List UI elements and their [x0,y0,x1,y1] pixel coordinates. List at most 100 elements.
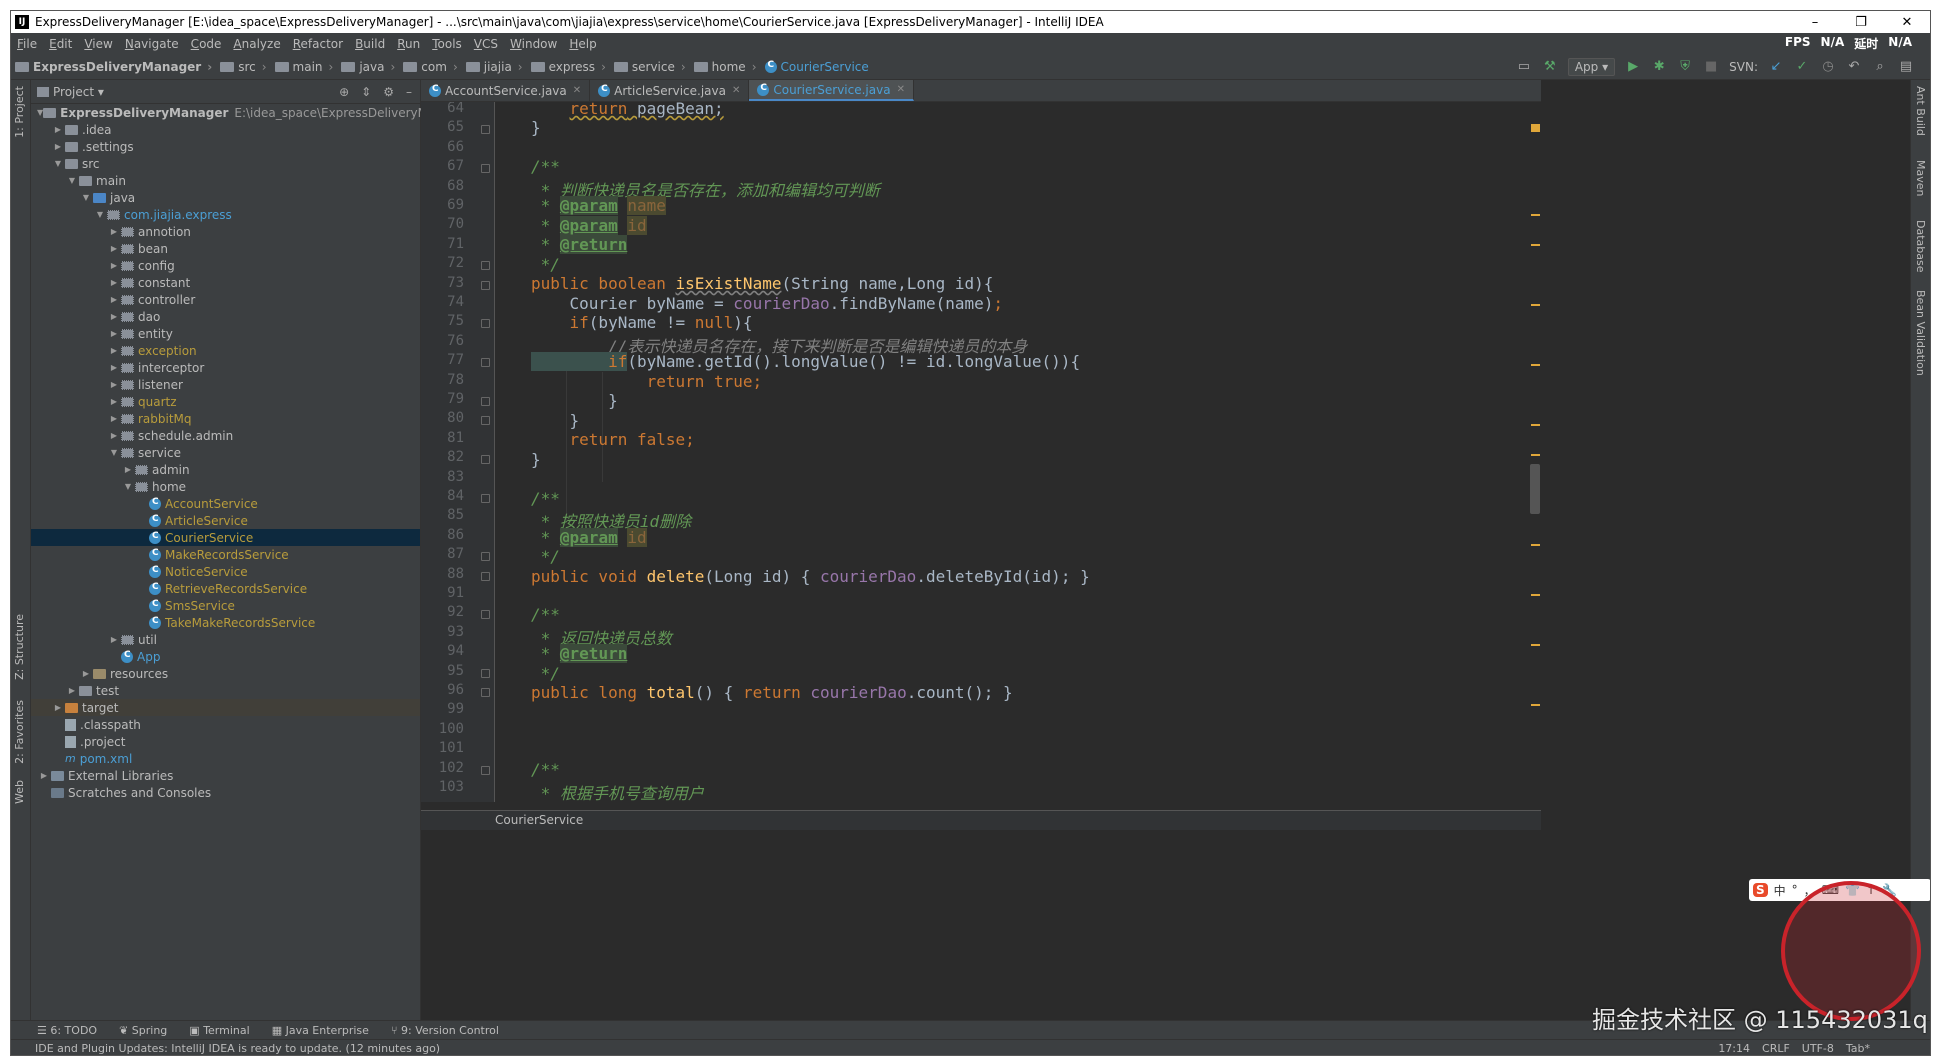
error-stripe[interactable] [1529,124,1541,802]
tree-node-admin[interactable]: ▶ admin [31,461,420,478]
crumb-service[interactable]: service › [610,60,690,74]
crumb-project[interactable]: ExpressDeliveryManager › [11,60,216,74]
stop-icon[interactable]: ■ [1703,59,1719,75]
tree-node-test[interactable]: ▶ test [31,682,420,699]
collapsed-arrow-icon[interactable]: ▶ [107,227,121,236]
warning-marker[interactable] [1531,364,1540,366]
tree-node-external-libraries[interactable]: ▶ External Libraries [31,767,420,784]
spring-tool-button[interactable]: ❦ Spring [119,1024,167,1037]
tree-node-app[interactable]: App [31,648,420,665]
close-tab-icon[interactable]: ✕ [573,85,581,96]
fold-toggle-icon[interactable] [481,552,490,562]
expanded-arrow-icon[interactable]: ▼ [93,210,107,219]
close-button[interactable]: ✕ [1884,15,1930,30]
tree-node-project[interactable]: .project [31,733,420,750]
collapsed-arrow-icon[interactable]: ▶ [37,771,51,780]
maven-tab[interactable]: Maven [1914,160,1927,196]
warning-marker[interactable] [1531,644,1540,646]
fold-toggle-icon[interactable] [481,397,490,406]
tree-node-constant[interactable]: ▶ constant [31,274,420,291]
tree-node-scratches-and-consoles[interactable]: Scratches and Consoles [31,784,420,801]
collapsed-arrow-icon[interactable]: ▶ [107,635,121,644]
tab-courierservice[interactable]: CourierService.java ✕ [749,80,914,101]
collapsed-arrow-icon[interactable]: ▶ [107,312,121,321]
expanded-arrow-icon[interactable]: ▼ [51,159,65,168]
collapsed-arrow-icon[interactable]: ▶ [107,261,121,270]
collapsed-arrow-icon[interactable]: ▶ [51,142,65,151]
coverage-icon[interactable]: ⛨ [1677,59,1693,75]
revert-icon[interactable]: ↶ [1846,59,1862,75]
tree-node-articleservice[interactable]: ArticleService [31,512,420,529]
tree-node-classpath[interactable]: .classpath [31,716,420,733]
crumb-courierservice[interactable]: CourierService [761,60,873,74]
version-control-tool-button[interactable]: ⑂ 9: Version Control [391,1024,499,1037]
collapsed-arrow-icon[interactable]: ▶ [51,703,65,712]
fold-toggle-icon[interactable] [481,765,490,775]
collapsed-arrow-icon[interactable]: ▶ [107,346,121,355]
tree-node-com-jiajia-express[interactable]: ▼ com.jiajia.express [31,206,420,223]
menu-refactor[interactable]: Refactor [287,37,349,51]
hide-icon[interactable]: – [406,85,412,99]
structure-tool-tab[interactable]: Z: Structure [13,614,29,680]
tree-node-smsservice[interactable]: SmsService [31,597,420,614]
overflow-icon[interactable]: ▤ [1898,59,1914,75]
tree-node-main[interactable]: ▼ main [31,172,420,189]
tree-node-accountservice[interactable]: AccountService [31,495,420,512]
file-encoding[interactable]: UTF-8 [1802,1042,1834,1055]
tree-node-bean[interactable]: ▶ bean [31,240,420,257]
collapsed-arrow-icon[interactable]: ▶ [107,431,121,440]
tree-node-quartz[interactable]: ▶ quartz [31,393,420,410]
menu-file[interactable]: File [11,37,43,51]
tree-node-service[interactable]: ▼ service [31,444,420,461]
menu-code[interactable]: Code [185,37,228,51]
expanded-arrow-icon[interactable]: ▼ [121,482,135,491]
tree-node-makerecordsservice[interactable]: MakeRecordsService [31,546,420,563]
project-tool-tab[interactable]: 1: Project [13,86,29,138]
tree-node-java[interactable]: ▼ java [31,189,420,206]
menu-navigate[interactable]: Navigate [119,37,185,51]
build-hammer-icon[interactable]: ⚒ [1542,59,1558,75]
menu-vcs[interactable]: VCS [468,37,504,51]
fold-toggle-icon[interactable] [481,494,490,503]
warning-marker[interactable] [1531,244,1540,246]
menu-build[interactable]: Build [349,37,391,51]
warning-marker[interactable] [1531,544,1540,546]
tree-node-interceptor[interactable]: ▶ interceptor [31,359,420,376]
fold-toggle-icon[interactable] [481,668,490,678]
restore-button[interactable]: ❐ [1838,15,1884,30]
collapsed-arrow-icon[interactable]: ▶ [107,414,121,423]
tree-node-idea[interactable]: ▶ .idea [31,121,420,138]
locate-icon[interactable]: ⊕ [339,85,349,99]
collapsed-arrow-icon[interactable]: ▶ [79,669,93,678]
tree-node-controller[interactable]: ▶ controller [31,291,420,308]
menu-window[interactable]: Window [504,37,563,51]
collapsed-arrow-icon[interactable]: ▶ [107,380,121,389]
tree-node-settings[interactable]: ▶ .settings [31,138,420,155]
crumb-home[interactable]: home › [690,60,761,74]
tab-articleservice[interactable]: ArticleService.java ✕ [590,80,750,101]
collapsed-arrow-icon[interactable]: ▶ [107,244,121,253]
collapsed-arrow-icon[interactable]: ▶ [121,465,135,474]
collapsed-arrow-icon[interactable]: ▶ [107,363,121,372]
tree-node-takemakerecordsservice[interactable]: TakeMakeRecordsService [31,614,420,631]
editor-breadcrumb[interactable]: CourierService [421,810,1541,830]
tree-node-src[interactable]: ▼ src [31,155,420,172]
tree-node-home[interactable]: ▼ home [31,478,420,495]
project-structure-icon[interactable]: ▭ [1516,59,1532,75]
favorites-tool-tab[interactable]: 2: Favorites [13,700,29,764]
warning-marker[interactable] [1531,124,1540,132]
menu-help[interactable]: Help [563,37,602,51]
project-view-select[interactable]: Project ▾ [53,85,104,99]
fold-toggle-icon[interactable] [481,610,490,620]
run-config-select[interactable]: App ▾ [1567,57,1616,76]
tree-node-expressdeliverymanager[interactable]: ▼ ExpressDeliveryManager E:\idea_space\Exp… [31,104,470,121]
close-tab-icon[interactable]: ✕ [897,84,905,95]
tree-node-listener[interactable]: ▶ listener [31,376,420,393]
collapsed-arrow-icon[interactable]: ▶ [107,278,121,287]
collapsed-arrow-icon[interactable]: ▶ [51,125,65,134]
ant-build-tab[interactable]: Ant Build [1914,86,1927,136]
warning-marker[interactable] [1531,424,1540,426]
scrollbar-thumb[interactable] [1530,464,1540,514]
tree-node-annotion[interactable]: ▶ annotion [31,223,420,240]
collapsed-arrow-icon[interactable]: ▶ [65,686,79,695]
